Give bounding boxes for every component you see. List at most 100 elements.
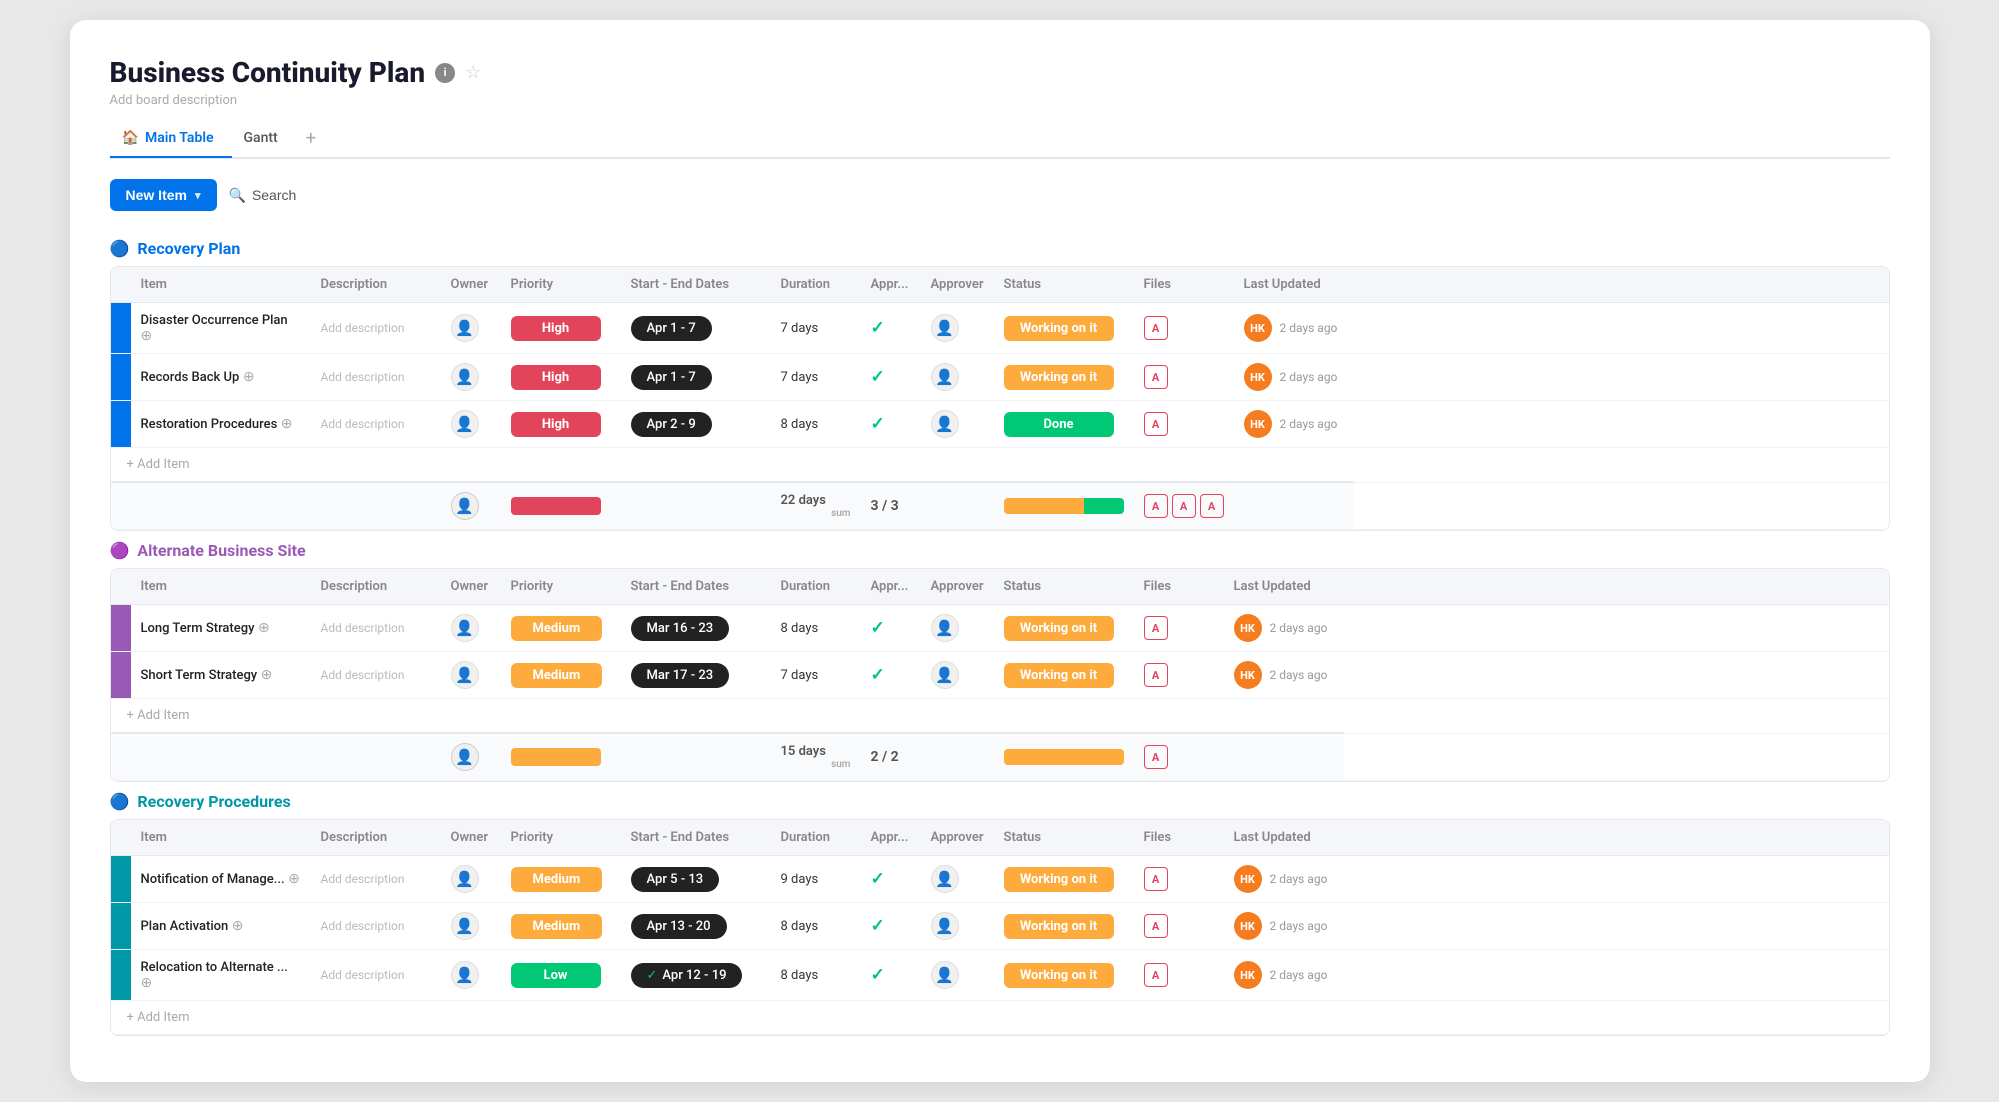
owner-avatar[interactable]: 👤 bbox=[451, 614, 479, 642]
row-priority[interactable]: Medium bbox=[501, 605, 621, 652]
row-files[interactable]: A bbox=[1134, 303, 1234, 354]
row-dates[interactable]: Mar 17 - 23 bbox=[621, 652, 771, 699]
row-owner[interactable]: 👤 bbox=[441, 354, 501, 401]
row-item-name[interactable]: Long Term Strategy ⊕ bbox=[131, 605, 311, 652]
row-priority[interactable]: Low bbox=[501, 950, 621, 1001]
add-sub-item-icon[interactable]: ⊕ bbox=[228, 918, 243, 934]
tab-add-button[interactable]: + bbox=[296, 120, 326, 157]
row-status[interactable]: Working on it bbox=[994, 903, 1134, 950]
row-item-name[interactable]: Restoration Procedures ⊕ bbox=[131, 401, 311, 448]
row-item-name[interactable]: Relocation to Alternate ... ⊕ bbox=[131, 950, 311, 1001]
priority-badge[interactable]: High bbox=[511, 412, 601, 437]
section-toggle-icon[interactable]: 🟣 bbox=[110, 541, 130, 560]
add-item-row[interactable]: + Add Item bbox=[111, 448, 1889, 483]
row-approver[interactable]: 👤 bbox=[921, 605, 994, 652]
section-title[interactable]: Recovery Procedures bbox=[137, 792, 290, 811]
row-description[interactable]: Add description bbox=[311, 903, 441, 950]
row-priority[interactable]: Medium bbox=[501, 903, 621, 950]
date-badge[interactable]: Mar 16 - 23 bbox=[631, 616, 730, 641]
file-icon[interactable]: A bbox=[1144, 867, 1168, 891]
date-badge[interactable]: ✓ Apr 12 - 19 bbox=[631, 963, 743, 988]
owner-avatar[interactable]: 👤 bbox=[451, 661, 479, 689]
row-description[interactable]: Add description bbox=[311, 354, 441, 401]
file-icon[interactable]: A bbox=[1144, 963, 1168, 987]
priority-badge[interactable]: High bbox=[511, 316, 601, 341]
owner-avatar[interactable]: 👤 bbox=[451, 961, 479, 989]
row-files[interactable]: A bbox=[1134, 950, 1224, 1001]
row-description[interactable]: Add description bbox=[311, 605, 441, 652]
priority-badge[interactable]: Medium bbox=[511, 867, 603, 892]
row-priority[interactable]: High bbox=[501, 354, 621, 401]
section-toggle-icon[interactable]: 🔵 bbox=[110, 792, 130, 811]
row-approver[interactable]: 👤 bbox=[921, 950, 994, 1001]
row-status[interactable]: Working on it bbox=[994, 652, 1134, 699]
section-title[interactable]: Recovery Plan bbox=[137, 239, 240, 258]
row-item-name[interactable]: Disaster Occurrence Plan ⊕ bbox=[131, 303, 311, 354]
approver-avatar[interactable]: 👤 bbox=[931, 961, 959, 989]
row-dates[interactable]: Apr 1 - 7 bbox=[621, 354, 771, 401]
priority-badge[interactable]: Low bbox=[511, 963, 601, 988]
tab-main-table[interactable]: 🏠 Main Table bbox=[110, 122, 232, 158]
row-approver[interactable]: 👤 bbox=[921, 303, 994, 354]
owner-avatar[interactable]: 👤 bbox=[451, 912, 479, 940]
date-badge[interactable]: Apr 1 - 7 bbox=[631, 316, 712, 341]
add-item-row[interactable]: + Add Item bbox=[111, 1001, 1889, 1035]
row-files[interactable]: A bbox=[1134, 856, 1224, 903]
approver-avatar[interactable]: 👤 bbox=[931, 661, 959, 689]
row-item-name[interactable]: Records Back Up ⊕ bbox=[131, 354, 311, 401]
file-icon[interactable]: A bbox=[1144, 616, 1168, 640]
row-files[interactable]: A bbox=[1134, 401, 1234, 448]
row-status[interactable]: Working on it bbox=[994, 856, 1134, 903]
search-button[interactable]: 🔍 Search bbox=[229, 187, 297, 204]
date-badge[interactable]: Apr 2 - 9 bbox=[631, 412, 712, 437]
row-priority[interactable]: High bbox=[501, 303, 621, 354]
add-sub-item-icon[interactable]: ⊕ bbox=[254, 620, 269, 636]
row-owner[interactable]: 👤 bbox=[441, 856, 501, 903]
priority-badge[interactable]: Medium bbox=[511, 616, 603, 641]
add-item-row[interactable]: + Add Item bbox=[111, 699, 1889, 734]
section-toggle-icon[interactable]: 🔵 bbox=[110, 239, 130, 258]
date-badge[interactable]: Mar 17 - 23 bbox=[631, 663, 730, 688]
add-sub-item-icon[interactable]: ⊕ bbox=[239, 369, 254, 385]
row-dates[interactable]: Mar 16 - 23 bbox=[621, 605, 771, 652]
status-badge[interactable]: Working on it bbox=[1004, 365, 1114, 390]
priority-badge[interactable]: Medium bbox=[511, 663, 603, 688]
tab-gantt[interactable]: Gantt bbox=[232, 122, 296, 158]
approver-avatar[interactable]: 👤 bbox=[931, 410, 959, 438]
row-approver[interactable]: 👤 bbox=[921, 401, 994, 448]
owner-avatar[interactable]: 👤 bbox=[451, 410, 479, 438]
status-badge[interactable]: Working on it bbox=[1004, 663, 1114, 688]
row-status[interactable]: Working on it bbox=[994, 950, 1134, 1001]
row-owner[interactable]: 👤 bbox=[441, 401, 501, 448]
add-sub-item-icon[interactable]: ⊕ bbox=[277, 416, 292, 432]
new-item-button[interactable]: New Item ▾ bbox=[110, 179, 217, 211]
owner-avatar[interactable]: 👤 bbox=[451, 865, 479, 893]
add-item-label[interactable]: + Add Item bbox=[111, 1001, 1889, 1035]
row-item-name[interactable]: Notification of Manage... ⊕ bbox=[131, 856, 311, 903]
approver-avatar[interactable]: 👤 bbox=[931, 314, 959, 342]
row-approver[interactable]: 👤 bbox=[921, 652, 994, 699]
date-badge[interactable]: Apr 1 - 7 bbox=[631, 365, 712, 390]
file-icon[interactable]: A bbox=[1144, 412, 1168, 436]
row-owner[interactable]: 👤 bbox=[441, 950, 501, 1001]
add-sub-item-icon[interactable]: ⊕ bbox=[285, 871, 300, 887]
owner-avatar[interactable]: 👤 bbox=[451, 314, 479, 342]
status-badge[interactable]: Working on it bbox=[1004, 867, 1114, 892]
date-badge[interactable]: Apr 13 - 20 bbox=[631, 914, 727, 939]
file-icon[interactable]: A bbox=[1144, 316, 1168, 340]
board-description[interactable]: Add board description bbox=[110, 93, 1890, 108]
row-approver[interactable]: 👤 bbox=[921, 856, 994, 903]
row-approver[interactable]: 👤 bbox=[921, 354, 994, 401]
row-priority[interactable]: Medium bbox=[501, 856, 621, 903]
row-description[interactable]: Add description bbox=[311, 950, 441, 1001]
row-description[interactable]: Add description bbox=[311, 303, 441, 354]
row-owner[interactable]: 👤 bbox=[441, 605, 501, 652]
row-dates[interactable]: ✓ Apr 12 - 19 bbox=[621, 950, 771, 1001]
add-item-label[interactable]: + Add Item bbox=[111, 699, 1889, 734]
add-sub-item-icon[interactable]: ⊕ bbox=[257, 667, 272, 683]
file-icon[interactable]: A bbox=[1144, 365, 1168, 389]
row-status[interactable]: Done bbox=[994, 401, 1134, 448]
row-files[interactable]: A bbox=[1134, 605, 1224, 652]
row-owner[interactable]: 👤 bbox=[441, 652, 501, 699]
row-owner[interactable]: 👤 bbox=[441, 303, 501, 354]
